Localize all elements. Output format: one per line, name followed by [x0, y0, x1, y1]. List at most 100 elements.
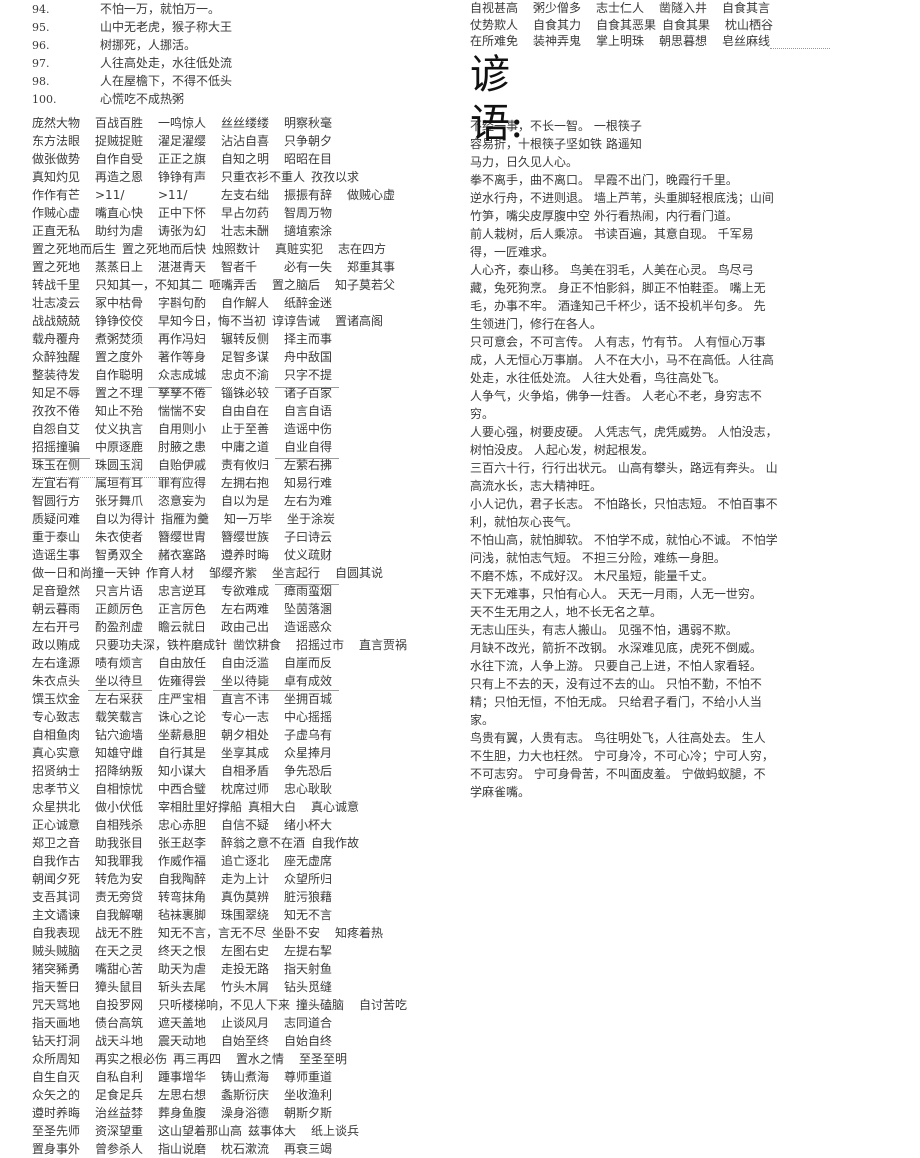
- idiom: 真心诚意: [311, 800, 360, 814]
- proverb-number: 96.: [32, 39, 50, 52]
- idiom: 瞻云就日: [158, 620, 207, 634]
- proverb-line: 无志山压头，有志人搬山。 见强不怕，遇弱不欺。: [470, 623, 738, 637]
- idiom: 醉翁之意不在酒: [221, 836, 306, 850]
- idiom-row: 知足不辱 置之不理 孳孳不倦 锱铢必较 诸子百家: [32, 384, 452, 402]
- idiom-row: 转战千里 只知其一，不知其二 咂嘴弄舌 置之脑后 知子莫若父: [32, 276, 452, 294]
- idiom-row: 自视甚高 粥少僧多 志士仁人 凿隧入井 自食其言: [470, 0, 800, 17]
- idiom: 铮铮有声: [158, 170, 207, 184]
- idiom: 自食其恶果: [596, 17, 657, 32]
- idiom-row: 自怨自艾 仗义执言 自用则小 止于至善 造谣中伤: [32, 420, 452, 438]
- proverb-line: 前人栽树，后人乘凉。 书读百遍，其意自现。 千军易: [470, 227, 754, 241]
- idiom: 忠言逆耳: [158, 584, 207, 598]
- divider: [770, 48, 830, 49]
- idiom: 择主而事: [284, 332, 333, 346]
- idiom: 再三再四: [173, 1052, 222, 1066]
- idiom: 众星拱北: [32, 800, 81, 814]
- idiom: 钻穴逾墙: [95, 728, 144, 742]
- idiom: 坐薪悬胆: [158, 728, 207, 742]
- idiom: 自生自灭: [32, 1070, 81, 1084]
- idiom: 转危为安: [95, 872, 144, 886]
- idiom: 指天射鱼: [284, 962, 333, 976]
- idiom: 再造之恩: [95, 170, 144, 184]
- idiom: 钻天打洞: [32, 1034, 81, 1048]
- idiom: 政由己出: [221, 620, 270, 634]
- idiom-row: 左右开弓 酌盈剂虚 瞻云就日 政由己出 造谣惑众: [32, 618, 452, 636]
- idiom: 壮志未酬: [221, 224, 270, 238]
- idiom: 置之死地而后生: [32, 242, 117, 256]
- proverb-text: 人在屋檐下，不得不低头: [100, 74, 233, 88]
- idiom: 簪缨世族: [221, 530, 270, 544]
- idiom: 螽斯衍庆: [221, 1088, 270, 1102]
- idiom: 庄严宝相: [158, 692, 207, 706]
- idiom: 智者千: [221, 260, 258, 274]
- idiom: 置身事外: [32, 1142, 81, 1156]
- right-idiom-list: 自视甚高 粥少僧多 志士仁人 凿隧入井 自食其言 仗势欺人 自食其力 自食其恶果 自食其果 枕山栖…: [470, 0, 800, 50]
- proverb-line: 得，一匠难求。: [470, 245, 555, 259]
- idiom-row: 仗势欺人 自食其力 自食其恶果 自食其果 枕山栖谷: [470, 17, 800, 34]
- divider: [275, 584, 339, 585]
- idiom: 再实之根必伤: [95, 1052, 168, 1066]
- idiom: 酌盈剂虚: [95, 620, 144, 634]
- proverb-line: 拳不离手，曲不离口。 早霞不出门，晚霞行千里。: [470, 173, 738, 187]
- idiom: 助天为虐: [158, 962, 207, 976]
- idiom-row: 自生自灭 自私自利 踵事增华 铸山煮海 尊师重道: [32, 1068, 452, 1086]
- idiom: 嘴甜心苦: [95, 962, 144, 976]
- idiom: 嘴直心快: [95, 206, 144, 220]
- proverb-line: 不怕山高，就怕脚软。 不怕学不成，就怕心不诚。 不怕学: [470, 533, 778, 547]
- idiom: 孜孜不倦: [32, 404, 81, 418]
- idiom-row: 遵时养晦 治丝益棼 葬身鱼腹 澡身浴德 朝斯夕斯: [32, 1104, 452, 1122]
- idiom-row: 做一日和尚撞一天钟 作育人材 邹缨齐紫 坐言起行 自圆其说: [32, 564, 452, 582]
- proverb-text: 不怕一万，就怕万一。: [100, 2, 221, 16]
- idiom: 坐拥百城: [284, 692, 333, 706]
- idiom: 恣意妄为: [158, 494, 207, 508]
- idiom: 正心诚意: [32, 818, 81, 832]
- idiom: 再作冯妇: [158, 332, 207, 346]
- idiom: 掌上明珠: [596, 34, 645, 48]
- idiom: 凿饮耕食: [233, 638, 282, 652]
- idiom: 置之死地: [32, 260, 81, 274]
- idiom: 明察秋毫: [284, 116, 333, 130]
- idiom: 震天动地: [158, 1034, 207, 1048]
- idiom: 簪缨世胄: [158, 530, 207, 544]
- idiom: 自业自得: [284, 440, 333, 454]
- idiom: 只要功夫深，铁杵磨成针: [95, 638, 228, 652]
- idiom: 主文谲谏: [32, 908, 81, 922]
- idiom-row: 左右逢源 啧有烦言 自由放任 自由泛滥 自崖而反: [32, 654, 452, 672]
- idiom: 孜孜以求: [311, 170, 360, 184]
- idiom: 兹事体大: [248, 1124, 297, 1138]
- idiom: 庞然大物: [32, 116, 81, 130]
- idiom-row: 主文谲谏 自我解嘲 毡袜裹脚 珠围翠绕 知无不言: [32, 906, 452, 924]
- idiom: 自怨自艾: [32, 422, 81, 436]
- section-heading-char-1: 谚: [470, 52, 510, 98]
- idiom: 自相惊忧: [95, 782, 144, 796]
- idiom: 遮天盖地: [158, 1016, 207, 1030]
- idiom: 置之脑后: [272, 278, 321, 292]
- idiom: 做贼心虚: [347, 188, 396, 202]
- idiom: 只重衣衫不重人: [221, 170, 306, 184]
- idiom: 振振有辞: [284, 188, 333, 202]
- idiom-row: 真知灼见 再造之恩 铮铮有声 只重衣衫不重人 孜孜以求: [32, 168, 452, 186]
- idiom: 只争朝夕: [284, 134, 333, 148]
- idiom: 忠心耿耿: [284, 782, 333, 796]
- idiom: >11/: [95, 188, 125, 202]
- idiom: 纸上谈兵: [311, 1124, 360, 1138]
- numbered-proverb: 100. 心慌吃不成热粥: [32, 90, 452, 108]
- idiom: 只字不提: [284, 368, 333, 382]
- idiom-row: 战战兢兢 铮铮佼佼 早知今日，悔不当初 谆谆告诫 置诸高阁: [32, 312, 452, 330]
- idiom: 壮志凌云: [32, 296, 81, 310]
- idiom-row: 专心致志 载笑载言 诛心之论 专心一志 中心摇摇: [32, 708, 452, 726]
- proverb-line: 不生胆，力大也枉然。 宁可身冷，不可心冷；宁可人穷，: [470, 749, 774, 763]
- idiom: 自私自利: [95, 1070, 144, 1084]
- proverb-line: 水往下流，人争上游。 只要自己上进，不怕人家看轻。: [470, 659, 762, 673]
- idiom: 踵事增华: [158, 1070, 207, 1084]
- idiom: 煮粥焚须: [95, 332, 144, 346]
- idiom: 馔玉炊金: [32, 692, 81, 706]
- idiom: 钻头觅缝: [284, 980, 333, 994]
- proverb-number: 95.: [32, 21, 50, 34]
- idiom: 债台高筑: [95, 1016, 144, 1030]
- proverb-text: 山中无老虎，猴子称大王: [100, 20, 233, 34]
- idiom: 正颜厉色: [95, 602, 144, 616]
- idiom: 造谣生事: [32, 548, 81, 562]
- idiom-row: 众所周知 再实之根必伤 再三再四 置水之情 至圣至明: [32, 1050, 452, 1068]
- idiom: 众星捧月: [284, 746, 333, 760]
